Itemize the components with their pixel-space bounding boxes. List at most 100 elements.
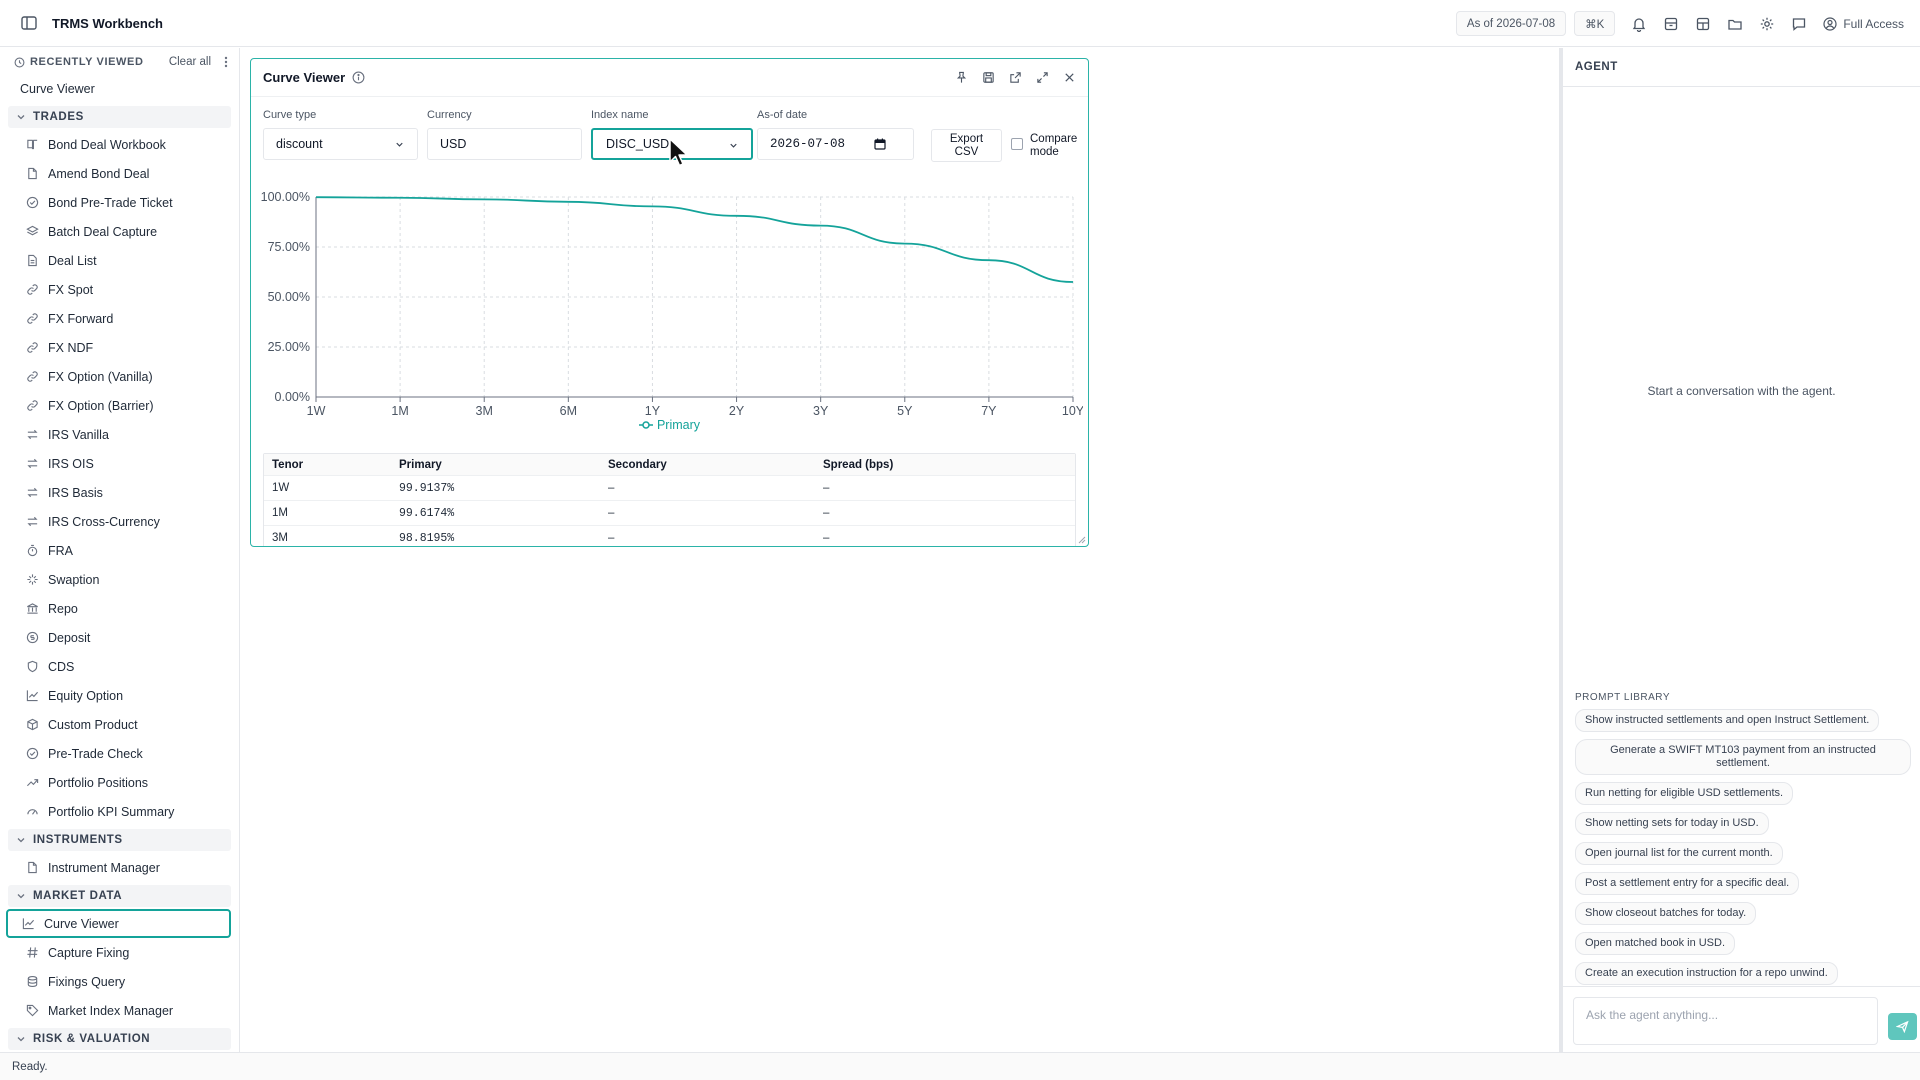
layout-icon[interactable] [1695,16,1711,32]
shortcut-label: ⌘K [1585,18,1605,31]
timer-icon [27,544,38,557]
sidebar-item-label: Deposit [48,630,91,645]
export-csv-button[interactable]: Export CSV [931,129,1002,162]
currency-label: Currency [427,109,472,121]
table-row[interactable]: 3M 98.8195% – – [264,526,1075,546]
send-button[interactable] [1888,1013,1917,1040]
sidebar-item-swaption[interactable]: Swaption [6,565,231,594]
close-icon[interactable] [1063,71,1076,84]
sidebar-item-portfolio-positions[interactable]: Portfolio Positions [6,768,231,797]
sidebar-item-curve-viewer[interactable]: Curve Viewer [6,909,231,938]
legend-marker-icon [638,421,653,429]
curve-table: Tenor Primary Secondary Spread (bps) 1W … [263,453,1076,546]
history-icon [14,57,25,67]
sidebar-item-fx-option-vanilla[interactable]: FX Option (Vanilla) [6,362,231,391]
cell-spread: – [823,532,830,544]
agent-input[interactable]: Ask the agent anything... [1573,997,1878,1045]
compare-mode-checkbox[interactable] [1011,138,1023,150]
recent-item-curve-viewer[interactable]: Curve Viewer [0,74,239,103]
save-icon[interactable] [982,71,995,84]
column-header-primary[interactable]: Primary [399,459,608,471]
access-indicator[interactable]: Full Access [1823,17,1904,31]
prompt-chip[interactable]: Open matched book in USD. [1575,932,1736,955]
compare-mode-toggle[interactable]: Compare mode [1011,133,1077,159]
as-of-badge[interactable]: As of 2026-07-08 [1455,11,1567,36]
sidebar-item-label: Market Index Manager [48,1003,174,1018]
curve-type-select[interactable]: discount [263,128,418,160]
as-of-date-input[interactable]: 2026-07-08 [757,128,914,160]
sidebar-item-irs-ois[interactable]: IRS OIS [6,449,231,478]
sidebar-item-fx-ndf[interactable]: FX NDF [6,333,231,362]
chart-legend[interactable]: Primary [251,418,1088,432]
line-chart-icon [26,690,39,702]
sidebar-item-label: Batch Deal Capture [48,224,158,239]
column-header-tenor[interactable]: Tenor [264,459,399,471]
check-circle-icon [26,747,39,760]
prompt-chip[interactable]: Show netting sets for today in USD. [1575,812,1769,835]
bell-icon[interactable] [1631,16,1647,32]
table-row[interactable]: 1W 99.9137% – – [264,476,1075,501]
compare-mode-label-1: Compare [1030,133,1078,145]
sidebar-item-irs-basis[interactable]: IRS Basis [6,478,231,507]
prompt-chip[interactable]: Run netting for eligible USD settlements… [1575,782,1794,805]
prompt-chip[interactable]: Show instructed settlements and open Ins… [1575,709,1880,732]
sidebar-item-irs-vanilla[interactable]: IRS Vanilla [6,420,231,449]
sidebar-item-custom-product[interactable]: Custom Product [6,710,231,739]
sidebar-item-fx-option-barrier[interactable]: FX Option (Barrier) [6,391,231,420]
sidebar-item-fx-spot[interactable]: FX Spot [6,275,231,304]
sidebar-item-batch-deal-capture[interactable]: Batch Deal Capture [6,217,231,246]
pin-icon[interactable] [955,71,968,84]
more-vertical-icon[interactable] [221,55,231,69]
column-header-secondary[interactable]: Secondary [608,459,823,471]
prompt-chip[interactable]: Open journal list for the current month. [1575,842,1783,865]
prompt-chip[interactable]: Show closeout batches for today. [1575,902,1757,925]
sidebar-item-irs-cross-currency[interactable]: IRS Cross-Currency [6,507,231,536]
sidebar-item-deal-list[interactable]: Deal List [6,246,231,275]
calendar-icon[interactable] [874,138,886,150]
sidebar-item-market-index-manager[interactable]: Market Index Manager [6,996,231,1025]
prompt-chip[interactable]: Create an execution instruction for a re… [1575,962,1838,985]
clear-all-button[interactable]: Clear all [169,56,211,68]
folder-icon[interactable] [1727,16,1743,32]
info-icon[interactable] [352,71,365,84]
external-link-icon[interactable] [1009,71,1022,84]
gear-icon[interactable] [1759,16,1775,32]
agent-panel: AGENT Start a conversation with the agen… [1559,48,1920,1052]
sidebar-item-bond-pre-trade-ticket[interactable]: Bond Pre-Trade Ticket [6,188,231,217]
resize-handle-icon[interactable] [1078,536,1086,544]
swap-icon [27,429,38,440]
panel-header[interactable]: Curve Viewer [251,59,1088,97]
sidebar-item-fixings-query[interactable]: Fixings Query [6,967,231,996]
section-header-trades[interactable]: TRADES [8,106,231,128]
sidebar-item-portfolio-kpi-summary[interactable]: Portfolio KPI Summary [6,797,231,826]
sidebar-item-deposit[interactable]: Deposit [6,623,231,652]
sidebar-item-fx-forward[interactable]: FX Forward [6,304,231,333]
archive-icon[interactable] [1663,16,1679,32]
sidebar-item-equity-option[interactable]: Equity Option [6,681,231,710]
chat-icon[interactable] [1791,16,1807,32]
sidebar-item-bond-deal-workbook[interactable]: Bond Deal Workbook [6,130,231,159]
sidebar-item-label: Custom Product [48,717,138,732]
sidebar-item-instrument-manager[interactable]: Instrument Manager [6,853,231,882]
table-header: Tenor Primary Secondary Spread (bps) [264,454,1075,476]
sidebar-item-cds[interactable]: CDS [6,652,231,681]
sidebar-item-label: Amend Bond Deal [48,166,150,181]
as-of-date-value: 2026-07-08 [770,137,846,151]
currency-input[interactable]: USD [427,128,582,160]
prompt-chip[interactable]: Post a settlement entry for a specific d… [1575,872,1800,895]
prompt-chip[interactable]: Generate a SWIFT MT103 payment from an i… [1575,739,1911,775]
section-header-market-data[interactable]: MARKET DATA [8,885,231,907]
sidebar-item-label: FX Spot [48,282,94,297]
sidebar-item-amend-bond-deal[interactable]: Amend Bond Deal [6,159,231,188]
sidebar-toggle-icon[interactable] [20,14,38,32]
column-header-spread[interactable]: Spread (bps) [823,459,1075,471]
sidebar-item-pre-trade-check[interactable]: Pre-Trade Check [6,739,231,768]
section-header-instruments[interactable]: INSTRUMENTS [8,829,231,851]
sidebar-item-repo[interactable]: Repo [6,594,231,623]
table-row[interactable]: 1M 99.6174% – – [264,501,1075,526]
sidebar-item-fra[interactable]: FRA [6,536,231,565]
sidebar-item-capture-fixing[interactable]: Capture Fixing [6,938,231,967]
maximize-icon[interactable] [1036,71,1049,84]
command-palette-button[interactable]: ⌘K [1574,11,1616,36]
section-header-risk-valuation[interactable]: RISK & VALUATION [8,1028,231,1050]
